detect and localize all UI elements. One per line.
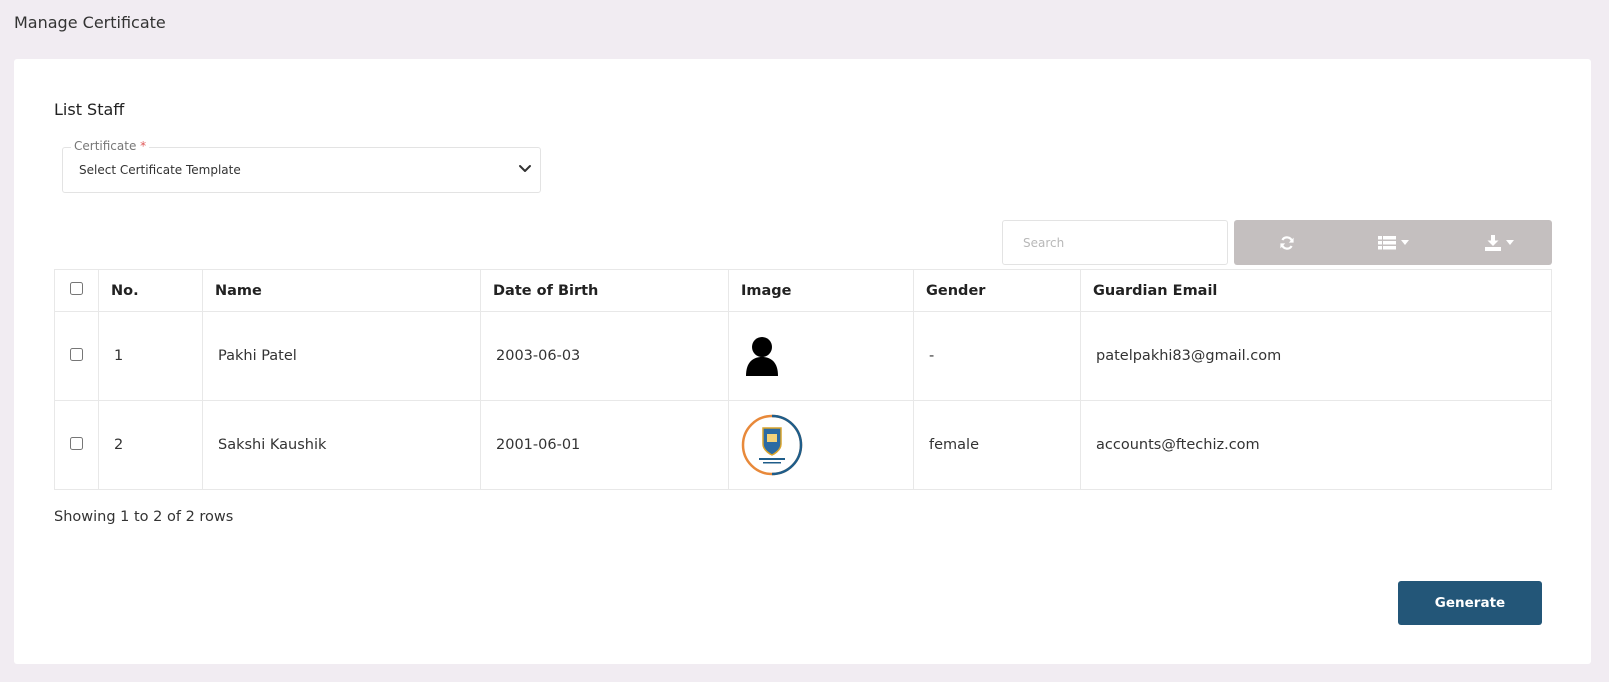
column-header-no[interactable]: No. (98, 269, 203, 312)
row-dob: 2001-06-01 (480, 400, 729, 490)
columns-dropdown-button[interactable] (1340, 220, 1446, 265)
certificate-select-value: Select Certificate Template (79, 163, 241, 177)
row-no: 2 (98, 400, 203, 490)
row-dob: 2003-06-03 (480, 311, 729, 401)
column-header-gender[interactable]: Gender (913, 269, 1081, 312)
staff-card: List Staff Certificate * Select Certific… (14, 59, 1591, 664)
staff-table: No. Name Date of Birth Image Gender Guar… (54, 269, 1552, 490)
section-title: List Staff (54, 100, 125, 119)
row-guardian-email: patelpakhi83@gmail.com (1080, 311, 1552, 401)
generate-button[interactable]: Generate (1398, 581, 1542, 625)
caret-down-icon (1505, 240, 1514, 245)
row-checkbox[interactable] (70, 347, 83, 361)
row-select-cell (54, 311, 99, 401)
column-header-dob[interactable]: Date of Birth (480, 269, 729, 312)
row-name: Pakhi Patel (202, 311, 481, 401)
required-mark: * (140, 139, 147, 153)
table-row: 2 Sakshi Kaushik 2001-06-01 female accou… (54, 400, 1552, 490)
page-title: Manage Certificate (14, 13, 166, 32)
row-name: Sakshi Kaushik (202, 400, 481, 490)
caret-down-icon (1400, 240, 1409, 245)
row-image (728, 311, 914, 401)
certificate-select[interactable]: Certificate * Select Certificate Templat… (62, 139, 541, 193)
download-icon (1484, 234, 1501, 251)
columns-list-icon (1377, 235, 1396, 249)
chevron-down-icon (519, 165, 531, 172)
table-toolbar (1234, 220, 1552, 265)
column-header-guardian-email[interactable]: Guardian Email (1080, 269, 1552, 312)
certificate-label: Certificate * (71, 139, 150, 153)
select-all-checkbox[interactable] (70, 282, 83, 295)
refresh-icon (1280, 235, 1294, 250)
row-checkbox[interactable] (70, 436, 83, 450)
person-placeholder-icon (746, 337, 778, 376)
row-no: 1 (98, 311, 203, 401)
table-header-row: No. Name Date of Birth Image Gender Guar… (54, 269, 1552, 312)
header-select-all-cell (54, 269, 99, 312)
pagination-summary: Showing 1 to 2 of 2 rows (54, 509, 234, 525)
row-guardian-email: accounts@ftechiz.com (1080, 400, 1552, 490)
column-header-image[interactable]: Image (728, 269, 914, 312)
refresh-button[interactable] (1234, 220, 1340, 265)
row-gender: - (913, 311, 1081, 401)
row-gender: female (913, 400, 1081, 490)
search-input[interactable] (1002, 220, 1228, 265)
table-row: 1 Pakhi Patel 2003-06-03 - patelpakhi83@… (54, 311, 1552, 401)
school-logo (741, 414, 803, 476)
export-dropdown-button[interactable] (1446, 220, 1552, 265)
row-image (728, 400, 914, 490)
row-select-cell (54, 400, 99, 490)
column-header-name[interactable]: Name (202, 269, 481, 312)
